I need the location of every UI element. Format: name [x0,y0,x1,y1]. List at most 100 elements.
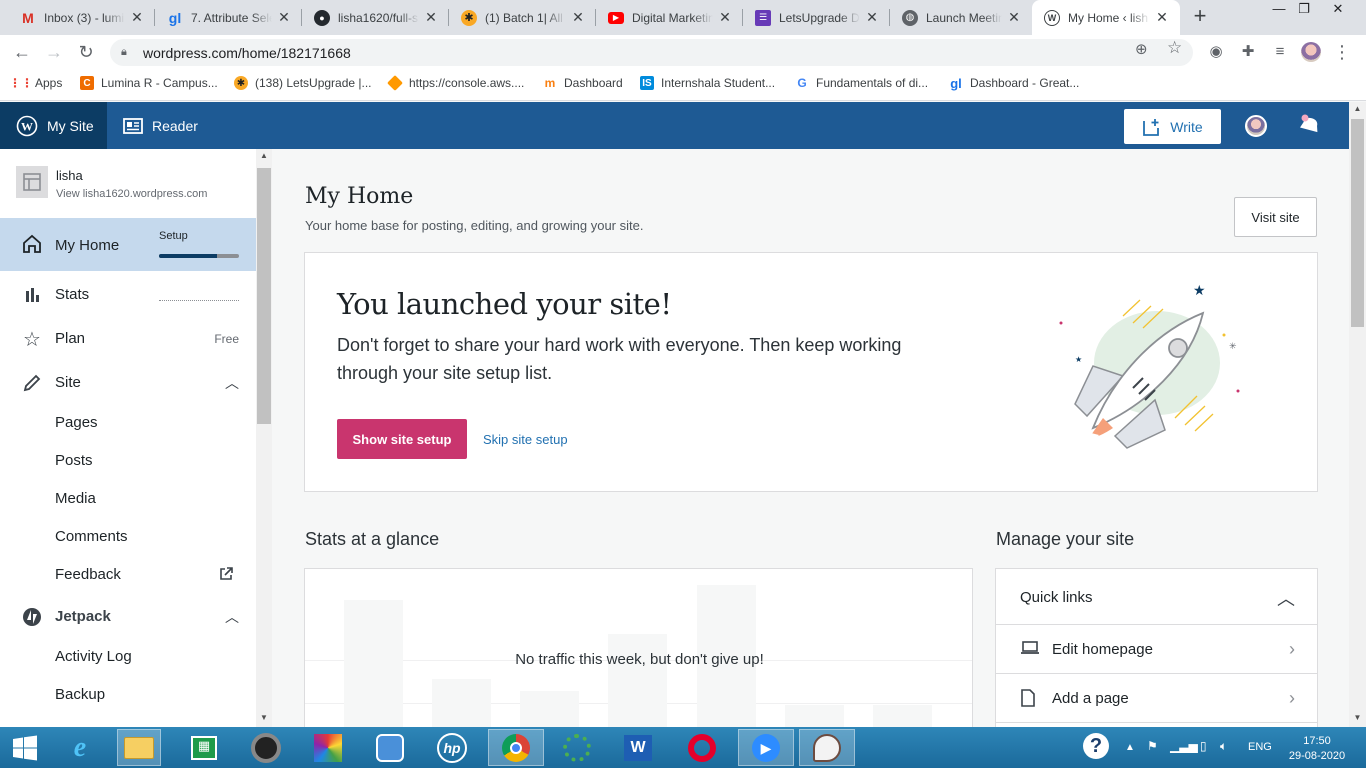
sidebar-subitem-pages[interactable]: Pages [55,414,98,431]
restore-icon[interactable]: ❐ [1289,0,1319,20]
sidebar-subitem-posts[interactable]: Posts [55,452,93,469]
clock[interactable]: 17:50 29-08-2020 [1284,734,1350,764]
show-hidden-icons-icon[interactable]: ▲ [1125,742,1135,753]
user-avatar[interactable] [1245,115,1267,137]
opera-icon[interactable] [680,729,724,766]
scroll-down-arrow-icon[interactable]: ▼ [256,713,272,722]
sidebar-item-plan[interactable]: ☆ Plan Free [0,317,256,361]
sidebar-item-site[interactable]: Site ︿ [0,361,256,405]
sidebar-item-jetpack[interactable]: Jetpack ︿ [0,595,256,639]
close-icon[interactable]: ✕ [423,9,439,26]
quick-links-header[interactable]: Quick links ︿ [996,569,1317,625]
scroll-up-arrow-icon[interactable]: ▲ [256,151,272,160]
close-icon[interactable]: ✕ [717,9,733,26]
write-button[interactable]: Write [1124,109,1221,144]
show-site-setup-button[interactable]: Show site setup [337,419,467,459]
close-icon[interactable]: ✕ [129,9,145,26]
add-icon[interactable]: ⊕ [1135,40,1148,58]
bookmark-dashboard-moodle[interactable]: m Dashboard [543,76,623,90]
site-url-link[interactable]: View lisha1620.wordpress.com [56,188,207,200]
bookmark-star-icon[interactable]: ☆ [1167,38,1182,58]
close-icon[interactable]: ✕ [1154,9,1170,26]
page-scrollbar[interactable]: ▲ ▼ [1349,102,1366,727]
paint-icon[interactable] [799,729,855,766]
page-scrollbar-thumb[interactable] [1351,119,1364,327]
circle-app-icon[interactable] [555,729,599,766]
sidebar-scrollbar-thumb[interactable] [257,168,271,424]
media-control-icon[interactable]: ≡ [1270,42,1290,62]
tab-gmail[interactable]: M Inbox (3) - lumi ✕ [8,0,155,35]
site-card[interactable]: lisha View lisha1620.wordpress.com [0,149,256,217]
paint-3d-icon[interactable] [306,729,350,766]
tab-batch[interactable]: ✱ (1) Batch 1| All ✕ [449,0,596,35]
bookmark-apps[interactable]: ⋮⋮ Apps [9,76,62,90]
setup-label: Setup [159,230,188,242]
notifications-bell-icon[interactable] [1299,113,1321,137]
quick-link-add-page[interactable]: Add a page › [996,674,1317,723]
reader-button[interactable]: Reader [123,102,198,149]
word-icon[interactable]: W [616,729,660,766]
sidebar-subitem-feedback[interactable]: Feedback [55,566,121,583]
close-icon[interactable]: ✕ [864,9,880,26]
sidebar-item-stats[interactable]: Stats [0,273,256,317]
window-close-icon[interactable]: ✕ [1323,0,1353,20]
tab-launch-meeting[interactable]: ◍ Launch Meeting ✕ [890,0,1032,35]
volume-icon[interactable]: 🔈︎ [1220,739,1227,754]
finder-icon[interactable] [368,729,412,766]
chevron-up-icon[interactable]: ︿ [1277,585,1295,611]
sidebar-scrollbar[interactable]: ▲ ▼ [256,149,272,727]
back-icon[interactable]: ← [11,41,33,63]
sidebar-item-my-home[interactable]: My Home Setup [0,218,256,271]
sidebar-subitem-backup[interactable]: Backup [55,686,105,703]
hp-icon[interactable]: hp [430,729,474,766]
close-icon[interactable]: ✕ [276,9,292,26]
bookmark-lumina[interactable]: C Lumina R - Campus... [80,76,218,90]
zoom-icon[interactable]: ▶ [738,729,794,766]
extensions-icon[interactable]: ✚ [1238,42,1258,62]
file-explorer-icon[interactable] [117,729,161,766]
camera-icon[interactable] [244,729,288,766]
start-icon[interactable] [3,729,47,766]
store-icon[interactable]: ▦ [182,729,226,766]
my-site-button[interactable]: W My Site [0,102,107,149]
scroll-down-arrow-icon[interactable]: ▼ [1349,713,1366,722]
url-text[interactable]: wordpress.com/home/182171668 [143,45,351,61]
quick-link-edit-homepage[interactable]: Edit homepage › [996,625,1317,674]
tab-github[interactable]: ● lisha1620/full-s ✕ [302,0,449,35]
chevron-up-icon[interactable]: ︿ [225,607,239,627]
internet-explorer-icon[interactable]: e [58,729,102,766]
scroll-up-arrow-icon[interactable]: ▲ [1349,104,1366,113]
flag-icon[interactable]: ⚑ [1147,739,1158,753]
language-indicator[interactable]: ENG [1248,741,1272,753]
reload-icon[interactable]: ↻ [75,41,97,63]
address-bar[interactable]: 🔒︎ wordpress.com/home/182171668 [110,39,1193,66]
menu-kebab-icon[interactable]: ⋮ [1332,42,1352,62]
bookmark-greatlearning[interactable]: gl Dashboard - Great... [949,76,1079,91]
sidebar-subitem-media[interactable]: Media [55,490,96,507]
tab-my-home[interactable]: W My Home ‹ lish ✕ [1032,0,1180,35]
bookmark-letsupgrade[interactable]: ✱ (138) LetsUpgrade |... [234,76,372,90]
sidebar-subitem-activity-log[interactable]: Activity Log [55,648,132,665]
close-icon[interactable]: ✕ [1006,9,1022,26]
skip-site-setup-link[interactable]: Skip site setup [483,432,568,447]
tab-letsupgrade-form[interactable]: ☰ LetsUpgrade D ✕ [743,0,890,35]
network-icon[interactable]: ▁▃▅ [1170,739,1198,753]
visit-site-button[interactable]: Visit site [1234,197,1317,237]
help-icon[interactable]: ? [1083,733,1109,759]
sidebar-item-label: Jetpack [55,608,111,625]
record-icon[interactable]: ◉ [1206,42,1226,62]
forward-icon[interactable]: → [43,41,65,63]
bookmark-aws[interactable]: https://console.aws.... [387,75,524,91]
chrome-icon[interactable] [488,729,544,766]
tab-attribute[interactable]: gl 7. Attribute Sele ✕ [155,0,302,35]
placeholder-bar [785,705,844,727]
bookmark-internshala[interactable]: IS Internshala Student... [640,76,775,90]
chevron-up-icon[interactable]: ︿ [225,373,239,393]
profile-avatar[interactable] [1301,42,1321,62]
battery-icon[interactable]: ▯ [1200,739,1207,753]
new-tab-icon[interactable]: + [1189,5,1211,28]
sidebar-subitem-comments[interactable]: Comments [55,528,128,545]
bookmark-fundamentals[interactable]: G Fundamentals of di... [795,76,928,90]
close-icon[interactable]: ✕ [570,9,586,26]
tab-youtube[interactable]: ▶ Digital Marketin ✕ [596,0,743,35]
